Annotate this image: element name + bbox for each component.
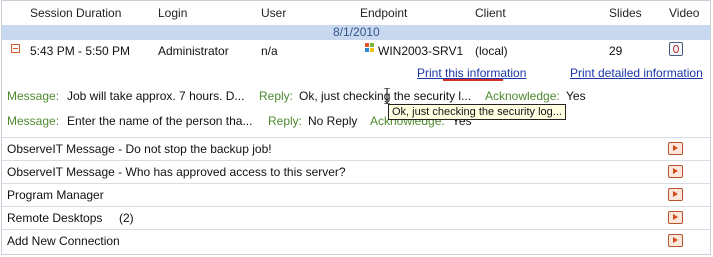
row-separator <box>2 137 710 138</box>
play-video-icon[interactable] <box>668 188 683 201</box>
play-video-icon[interactable] <box>668 142 683 155</box>
list-item[interactable]: Add New Connection <box>7 234 120 248</box>
message-label: Message: <box>7 114 60 128</box>
acknowledge-label: Acknowledge: <box>485 89 560 103</box>
print-detailed-link[interactable]: Print detailed information <box>570 66 703 80</box>
message-text: Enter the name of the person tha... <box>67 114 253 128</box>
list-item[interactable]: Remote Desktops <box>7 211 102 225</box>
col-client[interactable]: Client <box>475 6 506 20</box>
reply-text: No Reply <box>308 114 358 128</box>
session-client: (local) <box>475 44 508 58</box>
reply-label: Reply: <box>268 114 303 128</box>
windows-logo-icon <box>365 43 375 53</box>
acknowledge-value: Yes <box>566 89 586 103</box>
col-endpoint[interactable]: Endpoint <box>360 6 407 20</box>
col-slides[interactable]: Slides <box>609 6 642 20</box>
reply-label: Reply: <box>259 89 294 103</box>
play-video-icon[interactable] <box>668 234 683 247</box>
session-slides: 29 <box>609 44 623 58</box>
play-video-icon[interactable] <box>668 165 683 178</box>
col-session-duration[interactable]: Session Duration <box>30 6 121 20</box>
session-duration: 5:43 PM - 5:50 PM <box>30 44 131 58</box>
session-user: n/a <box>261 44 278 58</box>
col-user[interactable]: User <box>261 6 286 20</box>
play-video-icon[interactable] <box>668 211 683 224</box>
session-endpoint: WIN2003-SRV1 <box>378 44 464 58</box>
row-separator <box>2 229 710 230</box>
list-item-count: (2) <box>119 211 134 225</box>
session-login: Administrator <box>158 44 229 58</box>
hover-underline <box>443 79 503 81</box>
video-camera-icon[interactable] <box>669 42 683 56</box>
message-text: Job will take approx. 7 hours. D... <box>67 89 245 103</box>
list-item[interactable]: ObserveIT Message - Who has approved acc… <box>7 165 346 179</box>
row-separator <box>2 206 710 207</box>
print-info-link[interactable]: Print this information <box>417 66 526 80</box>
message-label: Message: <box>7 89 60 103</box>
reply-tooltip: Ok, just checking the security log... <box>388 104 566 120</box>
collapse-minus-icon[interactable] <box>11 44 20 53</box>
col-video[interactable]: Video <box>669 6 699 20</box>
row-separator <box>2 183 710 184</box>
list-item[interactable]: Program Manager <box>7 188 104 202</box>
text-cursor-icon <box>384 88 390 104</box>
col-login[interactable]: Login <box>158 6 187 20</box>
date-group-label: 8/1/2010 <box>333 25 380 39</box>
row-separator <box>2 160 710 161</box>
list-item[interactable]: ObserveIT Message - Do not stop the back… <box>7 142 272 156</box>
